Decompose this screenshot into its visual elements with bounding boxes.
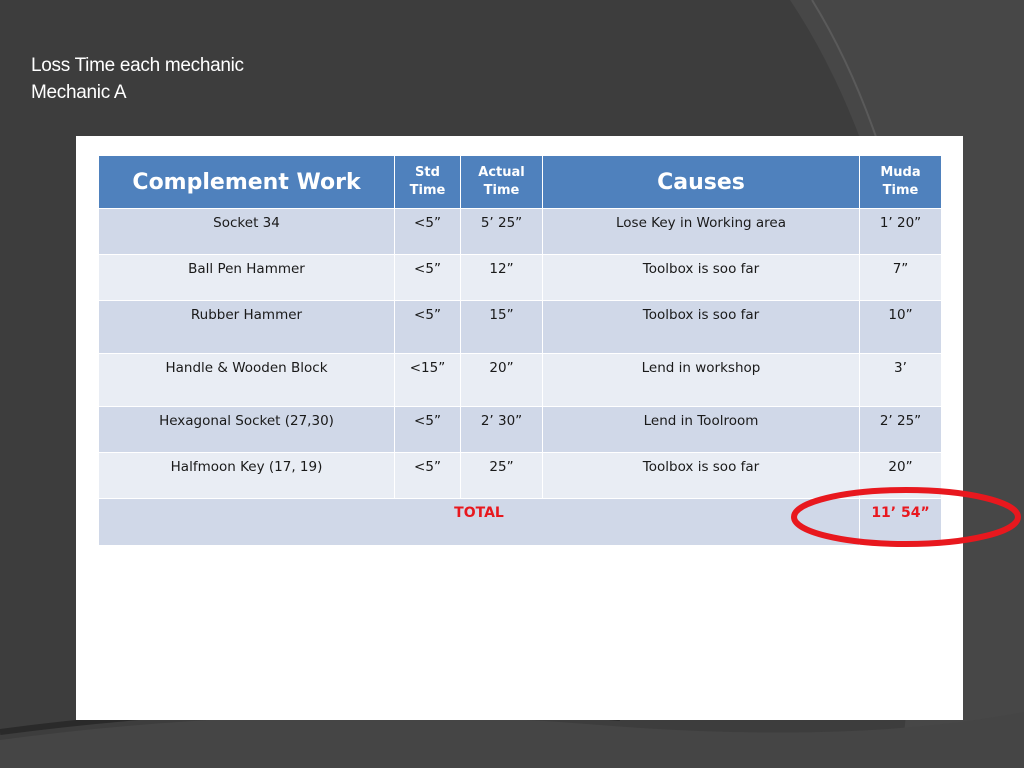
cell-std: <15”	[394, 353, 461, 407]
header-complement-work: Complement Work	[98, 155, 395, 209]
header-muda-line-1: Muda	[880, 165, 921, 180]
cell-std: <5”	[394, 254, 461, 301]
table-row: Rubber Hammer <5” 15” Toolbox is soo far…	[98, 300, 942, 354]
cell-muda: 3’	[859, 353, 942, 407]
cell-actual: 2’ 30”	[460, 406, 543, 453]
header-actual-time: Actual Time	[460, 155, 543, 209]
cell-std: <5”	[394, 208, 461, 255]
cell-actual: 20”	[460, 353, 543, 407]
cell-cause: Toolbox is soo far	[542, 254, 860, 301]
table-header-row: Complement Work Std Time Actual Time Cau…	[98, 155, 942, 209]
cell-muda: 10”	[859, 300, 942, 354]
cell-work: Halfmoon Key (17, 19)	[98, 452, 395, 499]
cell-muda: 7”	[859, 254, 942, 301]
table-row: Socket 34 <5” 5’ 25” Lose Key in Working…	[98, 208, 942, 255]
cell-std: <5”	[394, 300, 461, 354]
total-label: TOTAL	[98, 498, 860, 546]
cell-std: <5”	[394, 406, 461, 453]
table-row: Ball Pen Hammer <5” 12” Toolbox is soo f…	[98, 254, 942, 301]
cell-cause: Lose Key in Working area	[542, 208, 860, 255]
header-actual-line-1: Actual	[478, 165, 525, 180]
header-actual-line-2: Time	[483, 183, 520, 198]
title-line-2: Mechanic A	[31, 82, 127, 103]
cell-actual: 25”	[460, 452, 543, 499]
header-std-time: Std Time	[394, 155, 461, 209]
cell-std: <5”	[394, 452, 461, 499]
cell-work: Handle & Wooden Block	[98, 353, 395, 407]
header-muda-time: Muda Time	[859, 155, 942, 209]
cell-actual: 15”	[460, 300, 543, 354]
cell-actual: 12”	[460, 254, 543, 301]
highlight-oval	[791, 487, 1021, 547]
cell-actual: 5’ 25”	[460, 208, 543, 255]
cell-cause: Toolbox is soo far	[542, 300, 860, 354]
header-muda-line-2: Time	[882, 183, 919, 198]
slide-title: Loss Time each mechanic Mechanic A	[31, 52, 244, 106]
header-causes: Causes	[542, 155, 860, 209]
cell-work: Socket 34	[98, 208, 395, 255]
cell-cause: Lend in Toolroom	[542, 406, 860, 453]
cell-work: Rubber Hammer	[98, 300, 395, 354]
cell-work: Ball Pen Hammer	[98, 254, 395, 301]
cell-muda: 2’ 25”	[859, 406, 942, 453]
cell-cause: Lend in workshop	[542, 353, 860, 407]
header-std-line-1: Std	[415, 165, 440, 180]
cell-work: Hexagonal Socket (27,30)	[98, 406, 395, 453]
header-std-line-2: Time	[409, 183, 446, 198]
table-row: Hexagonal Socket (27,30) <5” 2’ 30” Lend…	[98, 406, 942, 453]
title-line-1: Loss Time each mechanic	[31, 55, 244, 76]
table-row: Handle & Wooden Block <15” 20” Lend in w…	[98, 353, 942, 407]
cell-muda: 1’ 20”	[859, 208, 942, 255]
